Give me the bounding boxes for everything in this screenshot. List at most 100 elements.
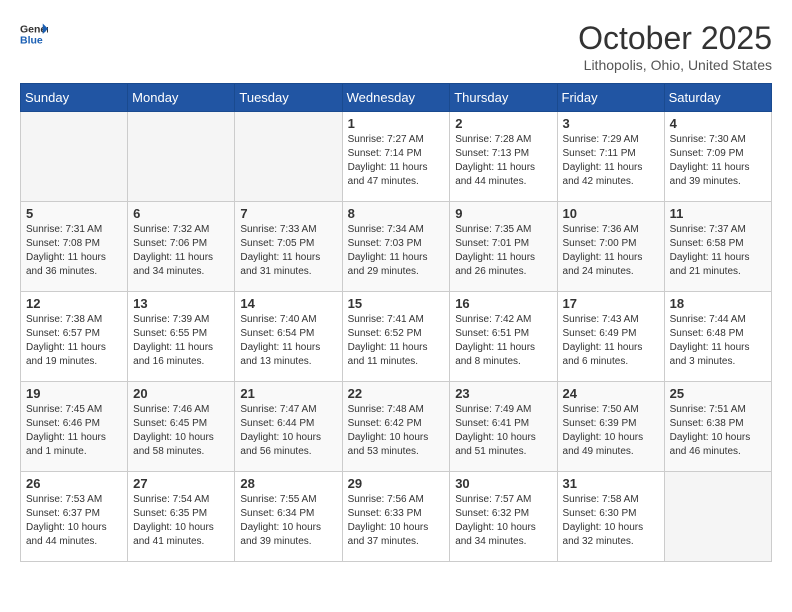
calendar-cell: 29 Sunrise: 7:56 AM Sunset: 6:33 PM Dayli… [342,472,450,562]
cell-content: Sunrise: 7:54 AM Sunset: 6:35 PM Dayligh… [133,493,229,549]
cell-content: Sunrise: 7:38 AM Sunset: 6:57 PM Dayligh… [26,313,122,369]
calendar-cell: 20 Sunrise: 7:46 AM Sunset: 6:45 PM Dayli… [128,382,235,472]
weekday-header: Monday [128,84,235,112]
calendar-cell: 6 Sunrise: 7:32 AM Sunset: 7:06 PM Daylig… [128,202,235,292]
day-number: 2 [455,116,551,131]
calendar-cell: 22Sunrise: 7:48 AM Sunset: 6:42 PM Dayli… [342,382,450,472]
cell-content: Sunrise: 7:46 AM Sunset: 6:45 PM Dayligh… [133,403,229,459]
cell-content: Sunrise: 7:42 AM Sunset: 6:51 PM Dayligh… [455,313,551,369]
cell-content: Sunrise: 7:34 AM Sunset: 7:03 PM Dayligh… [348,223,445,279]
title-block: October 2025 Lithopolis, Ohio, United St… [578,20,772,73]
day-number: 11 [670,206,766,221]
cell-content: Sunrise: 7:27 AM Sunset: 7:14 PM Dayligh… [348,133,445,189]
day-number: 30 [455,476,551,491]
cell-content: Sunrise: 7:41 AM Sunset: 6:52 PM Dayligh… [348,313,445,369]
cell-content: Sunrise: 7:58 AM Sunset: 6:30 PM Dayligh… [563,493,659,549]
calendar-cell: 25 Sunrise: 7:51 AM Sunset: 6:38 PM Dayli… [664,382,771,472]
calendar-cell: 10 Sunrise: 7:36 AM Sunset: 7:00 PM Dayli… [557,202,664,292]
weekday-header: Saturday [664,84,771,112]
calendar-cell: 2Sunrise: 7:28 AM Sunset: 7:13 PM Daylig… [450,112,557,202]
day-number: 10 [563,206,659,221]
day-number: 6 [133,206,229,221]
calendar-cell: 24Sunrise: 7:50 AM Sunset: 6:39 PM Dayli… [557,382,664,472]
calendar-cell: 28 Sunrise: 7:55 AM Sunset: 6:34 PM Dayli… [235,472,342,562]
day-number: 15 [348,296,445,311]
calendar-cell: 26 Sunrise: 7:53 AM Sunset: 6:37 PM Dayli… [21,472,128,562]
cell-content: Sunrise: 7:31 AM Sunset: 7:08 PM Dayligh… [26,223,122,279]
calendar-cell: 23 Sunrise: 7:49 AM Sunset: 6:41 PM Dayli… [450,382,557,472]
day-number: 12 [26,296,122,311]
cell-content: Sunrise: 7:39 AM Sunset: 6:55 PM Dayligh… [133,313,229,369]
cell-content: Sunrise: 7:29 AM Sunset: 7:11 PM Dayligh… [563,133,659,189]
calendar-week-row: 5Sunrise: 7:31 AM Sunset: 7:08 PM Daylig… [21,202,772,292]
calendar-cell: 27Sunrise: 7:54 AM Sunset: 6:35 PM Dayli… [128,472,235,562]
day-number: 28 [240,476,336,491]
calendar-cell: 18 Sunrise: 7:44 AM Sunset: 6:48 PM Dayli… [664,292,771,382]
day-number: 29 [348,476,445,491]
calendar-cell: 1Sunrise: 7:27 AM Sunset: 7:14 PM Daylig… [342,112,450,202]
cell-content: Sunrise: 7:55 AM Sunset: 6:34 PM Dayligh… [240,493,336,549]
cell-content: Sunrise: 7:47 AM Sunset: 6:44 PM Dayligh… [240,403,336,459]
svg-text:Blue: Blue [20,35,43,47]
day-number: 25 [670,386,766,401]
day-number: 17 [563,296,659,311]
cell-content: Sunrise: 7:35 AM Sunset: 7:01 PM Dayligh… [455,223,551,279]
cell-content: Sunrise: 7:33 AM Sunset: 7:05 PM Dayligh… [240,223,336,279]
weekday-header: Friday [557,84,664,112]
calendar-cell: 15 Sunrise: 7:41 AM Sunset: 6:52 PM Dayli… [342,292,450,382]
logo: General Blue [20,20,48,48]
cell-content: Sunrise: 7:49 AM Sunset: 6:41 PM Dayligh… [455,403,551,459]
day-number: 23 [455,386,551,401]
weekday-header: Sunday [21,84,128,112]
day-number: 18 [670,296,766,311]
cell-content: Sunrise: 7:32 AM Sunset: 7:06 PM Dayligh… [133,223,229,279]
calendar-cell: 19Sunrise: 7:45 AM Sunset: 6:46 PM Dayli… [21,382,128,472]
calendar-cell: 11 Sunrise: 7:37 AM Sunset: 6:58 PM Dayli… [664,202,771,292]
day-number: 26 [26,476,122,491]
calendar-cell [664,472,771,562]
day-number: 14 [240,296,336,311]
cell-content: Sunrise: 7:40 AM Sunset: 6:54 PM Dayligh… [240,313,336,369]
weekday-header: Thursday [450,84,557,112]
day-number: 20 [133,386,229,401]
calendar-cell: 9Sunrise: 7:35 AM Sunset: 7:01 PM Daylig… [450,202,557,292]
day-number: 8 [348,206,445,221]
page-header: General Blue October 2025 Lithopolis, Oh… [20,20,772,73]
calendar-cell: 30 Sunrise: 7:57 AM Sunset: 6:32 PM Dayli… [450,472,557,562]
calendar-cell: 14 Sunrise: 7:40 AM Sunset: 6:54 PM Dayli… [235,292,342,382]
weekday-header: Tuesday [235,84,342,112]
day-number: 16 [455,296,551,311]
calendar-cell: 17 Sunrise: 7:43 AM Sunset: 6:49 PM Dayli… [557,292,664,382]
calendar-table: SundayMondayTuesdayWednesdayThursdayFrid… [20,83,772,562]
cell-content: Sunrise: 7:30 AM Sunset: 7:09 PM Dayligh… [670,133,766,189]
day-number: 24 [563,386,659,401]
calendar-cell: 3Sunrise: 7:29 AM Sunset: 7:11 PM Daylig… [557,112,664,202]
cell-content: Sunrise: 7:57 AM Sunset: 6:32 PM Dayligh… [455,493,551,549]
day-number: 4 [670,116,766,131]
weekday-header-row: SundayMondayTuesdayWednesdayThursdayFrid… [21,84,772,112]
logo-icon: General Blue [20,20,48,48]
cell-content: Sunrise: 7:51 AM Sunset: 6:38 PM Dayligh… [670,403,766,459]
cell-content: Sunrise: 7:43 AM Sunset: 6:49 PM Dayligh… [563,313,659,369]
cell-content: Sunrise: 7:48 AM Sunset: 6:42 PM Dayligh… [348,403,445,459]
calendar-cell: 31 Sunrise: 7:58 AM Sunset: 6:30 PM Dayli… [557,472,664,562]
location: Lithopolis, Ohio, United States [578,57,772,73]
calendar-cell: 13Sunrise: 7:39 AM Sunset: 6:55 PM Dayli… [128,292,235,382]
calendar-cell [128,112,235,202]
calendar-cell: 7 Sunrise: 7:33 AM Sunset: 7:05 PM Daylig… [235,202,342,292]
cell-content: Sunrise: 7:37 AM Sunset: 6:58 PM Dayligh… [670,223,766,279]
calendar-cell: 5Sunrise: 7:31 AM Sunset: 7:08 PM Daylig… [21,202,128,292]
month-title: October 2025 [578,20,772,57]
calendar-week-row: 1Sunrise: 7:27 AM Sunset: 7:14 PM Daylig… [21,112,772,202]
calendar-cell: 4 Sunrise: 7:30 AM Sunset: 7:09 PM Daylig… [664,112,771,202]
cell-content: Sunrise: 7:45 AM Sunset: 6:46 PM Dayligh… [26,403,122,459]
cell-content: Sunrise: 7:44 AM Sunset: 6:48 PM Dayligh… [670,313,766,369]
calendar-cell: 12 Sunrise: 7:38 AM Sunset: 6:57 PM Dayli… [21,292,128,382]
day-number: 7 [240,206,336,221]
cell-content: Sunrise: 7:36 AM Sunset: 7:00 PM Dayligh… [563,223,659,279]
cell-content: Sunrise: 7:56 AM Sunset: 6:33 PM Dayligh… [348,493,445,549]
calendar-week-row: 26 Sunrise: 7:53 AM Sunset: 6:37 PM Dayli… [21,472,772,562]
calendar-week-row: 12 Sunrise: 7:38 AM Sunset: 6:57 PM Dayli… [21,292,772,382]
cell-content: Sunrise: 7:53 AM Sunset: 6:37 PM Dayligh… [26,493,122,549]
day-number: 31 [563,476,659,491]
